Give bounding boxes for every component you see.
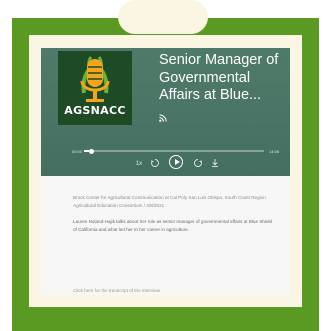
elapsed-time: 00:00 xyxy=(72,149,83,154)
duration-time: 14:06 xyxy=(269,149,280,154)
episode-source: Brock Center for Agricultural Communicat… xyxy=(73,195,266,208)
logo-text: AGSNACC xyxy=(64,104,126,117)
audio-player: AGSNACC Senior Manager of Governmental A… xyxy=(41,48,290,176)
forward-15-icon[interactable] xyxy=(193,158,203,168)
podcast-embed: AGSNACC Senior Manager of Governmental A… xyxy=(41,48,290,295)
scrubber-handle[interactable] xyxy=(89,148,95,154)
podcast-logo: AGSNACC xyxy=(58,51,132,125)
episode-source-text: Brock Center for Agricultural Communicat… xyxy=(73,195,266,208)
progress-track[interactable] xyxy=(84,148,264,154)
speed-button[interactable]: 1x xyxy=(134,158,144,170)
episode-summary: Lauren Noland-Hajik talks about her role… xyxy=(73,219,273,232)
episode-title[interactable]: Senior Manager of Governmental Affairs a… xyxy=(159,52,287,105)
transcript-link[interactable]: Click here for the transcript of the int… xyxy=(73,288,160,293)
download-icon[interactable] xyxy=(211,158,219,168)
rewind-15-icon[interactable] xyxy=(150,158,160,168)
episode-description: Brock Center for Agricultural Communicat… xyxy=(73,194,273,242)
rss-icon[interactable] xyxy=(159,114,167,122)
paper-tab xyxy=(118,0,208,34)
page-frame: AGSNACC Senior Manager of Governmental A… xyxy=(0,0,323,331)
episode-date: 4/8/2021 xyxy=(146,202,165,208)
play-button[interactable] xyxy=(169,155,183,169)
